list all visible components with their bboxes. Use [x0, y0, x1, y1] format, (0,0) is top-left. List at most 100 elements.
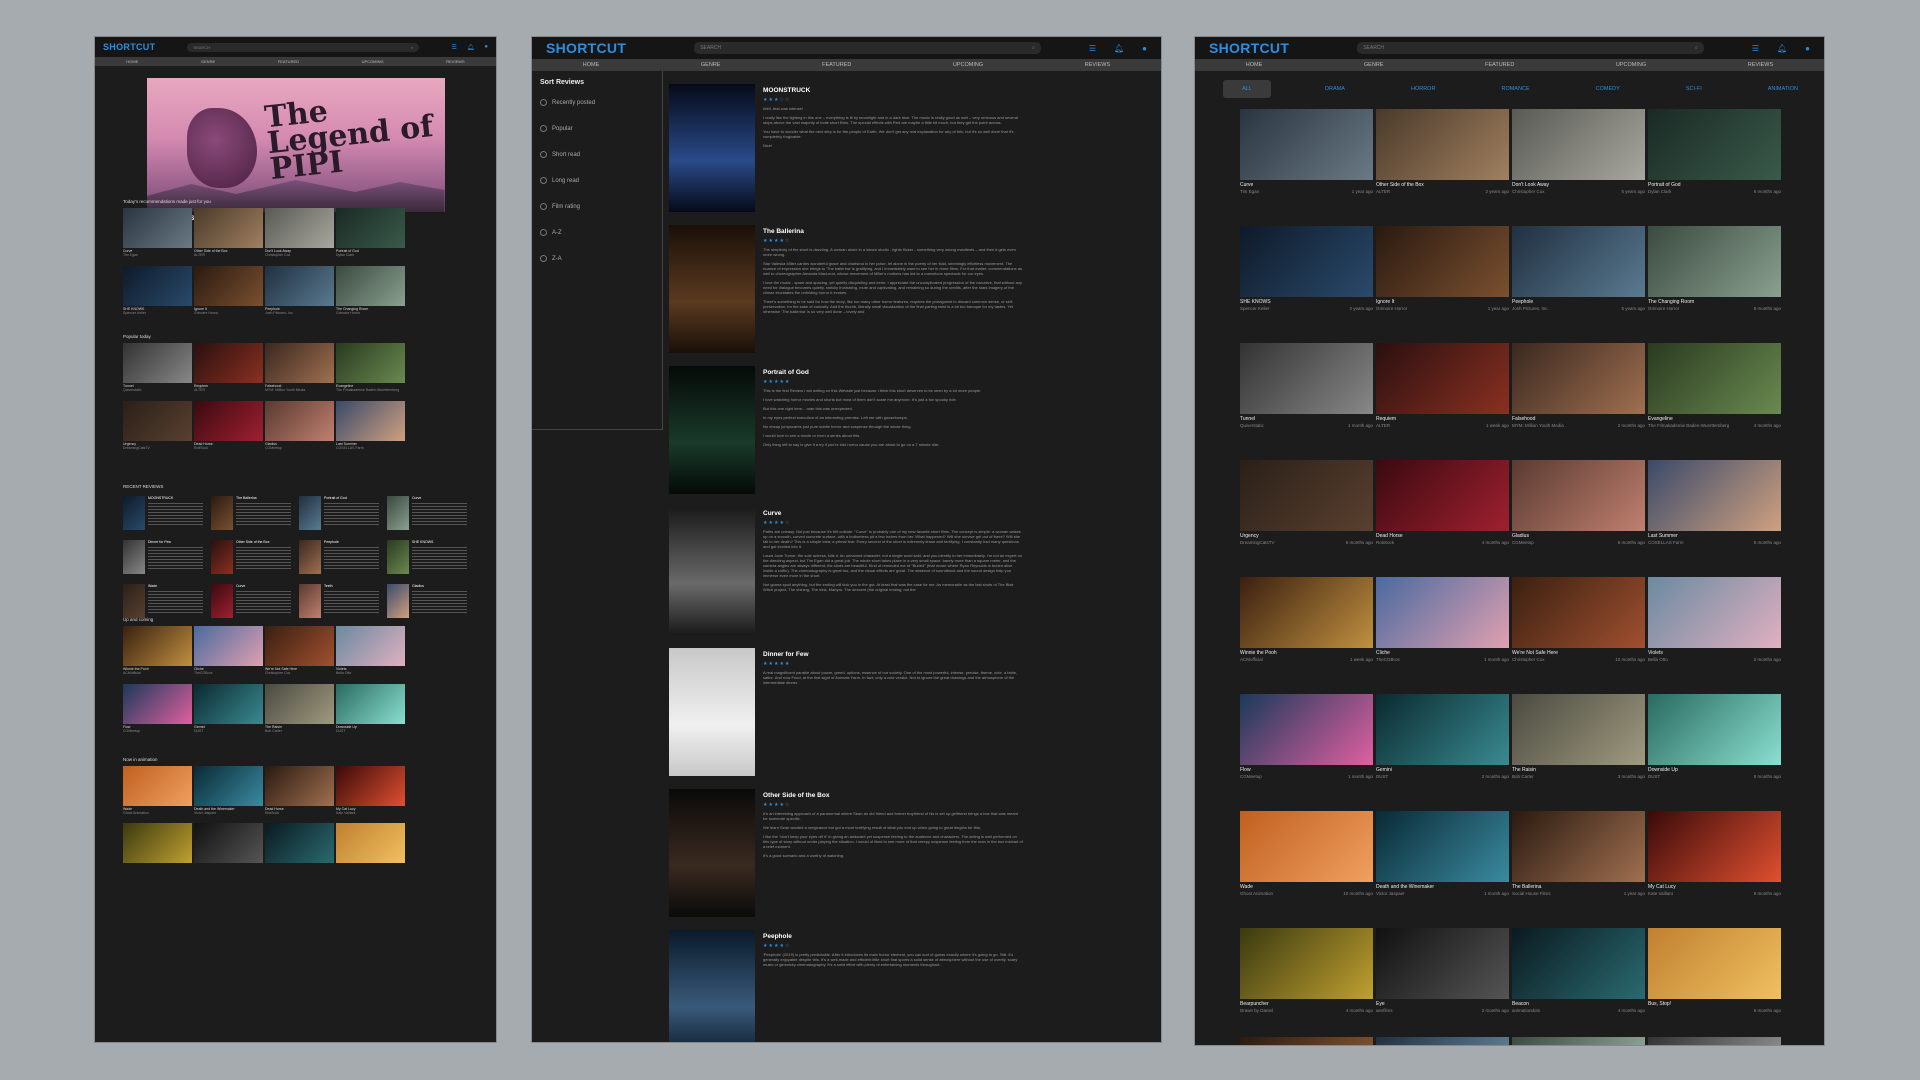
- genre-chip-comedy[interactable]: COMEDY: [1584, 82, 1632, 96]
- movie-title[interactable]: Curve: [1240, 182, 1373, 188]
- movie-thumbnail[interactable]: [336, 626, 405, 666]
- movie-thumbnail[interactable]: [265, 626, 334, 666]
- movie-thumbnail[interactable]: [1376, 1037, 1509, 1045]
- recent-review-card[interactable]: Other Side of the Box: [211, 540, 293, 580]
- movie-title[interactable]: Evangeline: [1648, 416, 1781, 422]
- movie-title[interactable]: Last Summer: [1648, 533, 1781, 539]
- movie-title[interactable]: Flow: [1240, 767, 1373, 773]
- movie-thumbnail[interactable]: [265, 766, 334, 806]
- review-title[interactable]: Other Side of the Box: [763, 792, 829, 799]
- movie-thumbnail[interactable]: [1648, 460, 1781, 531]
- movie-thumbnail[interactable]: [1240, 109, 1373, 180]
- movie-thumbnail[interactable]: [194, 266, 263, 306]
- movie-thumbnail[interactable]: [265, 401, 334, 441]
- movie-thumbnail[interactable]: [265, 823, 334, 863]
- movie-thumbnail[interactable]: [123, 766, 192, 806]
- movie-title[interactable]: The Changing Room: [1648, 299, 1781, 305]
- movie-thumbnail[interactable]: [194, 401, 263, 441]
- movie-title[interactable]: Bus, Stop!: [1648, 1001, 1781, 1007]
- radio-icon[interactable]: [540, 125, 547, 132]
- review-poster[interactable]: [669, 366, 755, 494]
- movie-thumbnail[interactable]: [194, 766, 263, 806]
- movie-thumbnail[interactable]: [336, 766, 405, 806]
- sort-option[interactable]: Popular: [540, 125, 573, 132]
- radio-icon[interactable]: [540, 203, 547, 210]
- movie-thumbnail[interactable]: [1648, 343, 1781, 414]
- recent-review-card[interactable]: Dinner for Few: [123, 540, 205, 580]
- genre-chip-scifi[interactable]: SCI-FI: [1674, 82, 1714, 96]
- movie-thumbnail[interactable]: [1240, 226, 1373, 297]
- movie-thumbnail[interactable]: [1240, 928, 1373, 999]
- movie-thumbnail[interactable]: [1648, 109, 1781, 180]
- movie-title[interactable]: We're Not Safe Here: [1512, 650, 1645, 656]
- movie-thumbnail[interactable]: [1512, 109, 1645, 180]
- list-icon[interactable]: ☰: [1752, 44, 1759, 53]
- recent-review-card[interactable]: Peephole: [299, 540, 381, 580]
- movie-title[interactable]: Death and the Winemaker: [1376, 884, 1509, 890]
- logo[interactable]: SHORTCUT: [546, 40, 626, 56]
- sort-option[interactable]: Recently posted: [540, 99, 595, 106]
- nav-genre[interactable]: GENRE: [701, 62, 721, 68]
- movie-thumbnail[interactable]: [123, 208, 192, 248]
- movie-thumbnail[interactable]: [1240, 460, 1373, 531]
- movie-thumbnail[interactable]: [265, 266, 334, 306]
- recent-review-card[interactable]: Portrait of God: [299, 496, 381, 536]
- recent-review-card[interactable]: Wade: [123, 584, 205, 624]
- movie-thumbnail[interactable]: [1512, 694, 1645, 765]
- radio-icon[interactable]: [540, 151, 547, 158]
- movie-thumbnail[interactable]: [336, 684, 405, 724]
- genre-chip-romance[interactable]: ROMANCE: [1489, 82, 1541, 96]
- movie-thumbnail[interactable]: [1512, 226, 1645, 297]
- nav-featured[interactable]: FEATURED: [278, 59, 299, 64]
- logo[interactable]: SHORTCUT: [103, 42, 155, 52]
- bell-icon[interactable]: 🔔︎: [1777, 44, 1787, 53]
- user-icon[interactable]: ●: [1142, 44, 1147, 53]
- movie-thumbnail[interactable]: [1512, 343, 1645, 414]
- movie-title[interactable]: Requiem: [1376, 416, 1509, 422]
- review-title[interactable]: Curve: [763, 510, 781, 517]
- nav-featured[interactable]: FEATURED: [822, 62, 851, 68]
- review-poster[interactable]: [669, 507, 755, 635]
- movie-thumbnail[interactable]: [1512, 1037, 1645, 1045]
- movie-thumbnail[interactable]: [194, 208, 263, 248]
- movie-thumbnail[interactable]: [1512, 577, 1645, 648]
- movie-thumbnail[interactable]: [1648, 577, 1781, 648]
- movie-thumbnail[interactable]: [265, 208, 334, 248]
- movie-title[interactable]: Other Side of the Box: [1376, 182, 1509, 188]
- review-poster[interactable]: [669, 789, 755, 917]
- movie-title[interactable]: Bearpuncher: [1240, 1001, 1373, 1007]
- movie-thumbnail[interactable]: [123, 684, 192, 724]
- nav-genre[interactable]: GENRE: [1364, 62, 1384, 68]
- movie-title[interactable]: Wade: [1240, 884, 1373, 890]
- movie-thumbnail[interactable]: [265, 343, 334, 383]
- movie-title[interactable]: Don't Look Away: [1512, 182, 1645, 188]
- recent-review-card[interactable]: Curve: [211, 584, 293, 624]
- nav-upcoming[interactable]: UPCOMING: [362, 59, 384, 64]
- movie-thumbnail[interactable]: [1648, 928, 1781, 999]
- movie-thumbnail[interactable]: [1376, 928, 1509, 999]
- movie-thumbnail[interactable]: [1648, 811, 1781, 882]
- movie-thumbnail[interactable]: [1648, 226, 1781, 297]
- recent-review-card[interactable]: SHE KNOWS: [387, 540, 469, 580]
- review-title[interactable]: MOONSTRUCK: [763, 87, 810, 94]
- movie-thumbnail[interactable]: [336, 343, 405, 383]
- review-title[interactable]: Portrait of God: [763, 369, 809, 376]
- nav-upcoming[interactable]: UPCOMING: [1616, 62, 1646, 68]
- movie-title[interactable]: SHE KNOWS: [1240, 299, 1373, 305]
- movie-title[interactable]: My Cat Lucy: [1648, 884, 1781, 890]
- nav-home[interactable]: HOME: [126, 59, 138, 64]
- movie-title[interactable]: Urgency: [1240, 533, 1373, 539]
- nav-home[interactable]: HOME: [1246, 62, 1263, 68]
- review-poster[interactable]: [669, 930, 755, 1042]
- movie-thumbnail[interactable]: [1376, 460, 1509, 531]
- movie-title[interactable]: Beacon: [1512, 1001, 1645, 1007]
- list-icon[interactable]: ☰: [1089, 44, 1096, 53]
- bell-icon[interactable]: 🔔︎: [467, 44, 475, 51]
- movie-title[interactable]: The Raisin: [1512, 767, 1645, 773]
- movie-thumbnail[interactable]: [1376, 226, 1509, 297]
- radio-icon[interactable]: [540, 177, 547, 184]
- movie-thumbnail[interactable]: [1648, 1037, 1781, 1045]
- list-icon[interactable]: ☰: [451, 44, 456, 51]
- movie-thumbnail[interactable]: [1512, 928, 1645, 999]
- movie-thumbnail[interactable]: [123, 401, 192, 441]
